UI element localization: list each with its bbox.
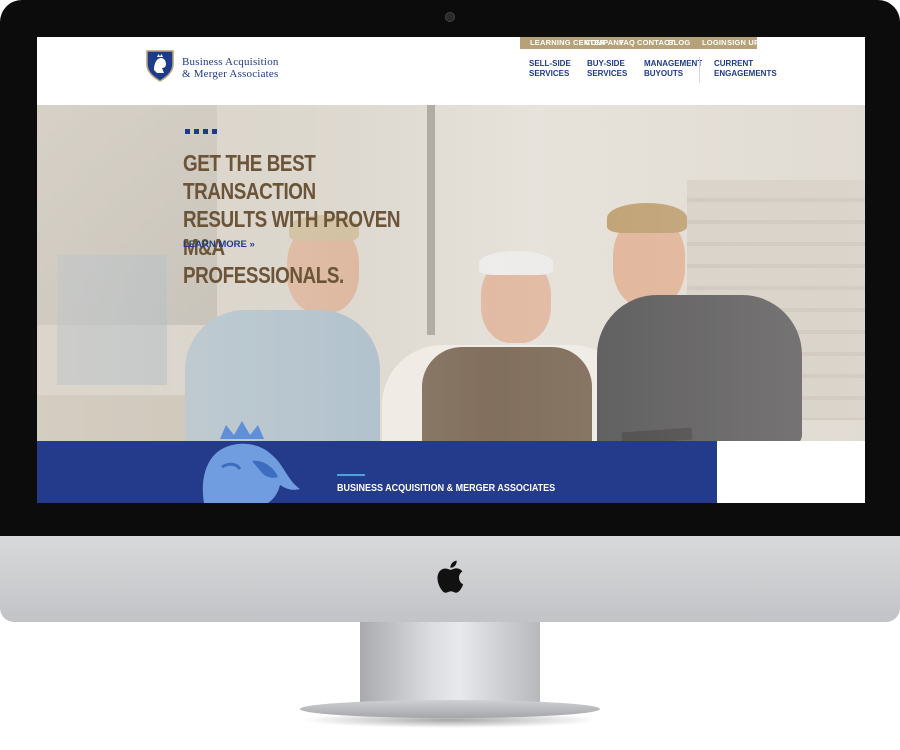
link-sign-up[interactable]: SIGN UP bbox=[727, 38, 759, 47]
nav-current-engagements[interactable]: CURRENT ENGAGEMENTS bbox=[714, 59, 777, 79]
learn-more-link[interactable]: LEARN MORE » bbox=[183, 239, 255, 250]
banner-accent-rule bbox=[337, 474, 365, 476]
nav-management-line2: BUYOUTS bbox=[644, 69, 684, 78]
link-faq[interactable]: FAQ bbox=[619, 38, 635, 47]
lion-crest-icon bbox=[202, 421, 300, 503]
link-login[interactable]: LOGIN bbox=[702, 38, 727, 47]
hero-headline: GET THE BEST TRANSACTION RESULTS WITH PR… bbox=[183, 149, 429, 289]
monitor-stand-neck bbox=[360, 622, 540, 708]
nav-buy-side-line2: SERVICES bbox=[587, 69, 628, 78]
headline-line-2: RESULTS WITH PROVEN M&A bbox=[183, 206, 401, 260]
headline-line-3: PROFESSIONALS. bbox=[183, 262, 344, 288]
website-screen: Business Acquisition & Merger Associates… bbox=[37, 37, 865, 503]
hero-image bbox=[37, 105, 865, 441]
camera-icon bbox=[445, 12, 455, 22]
utility-bar: LEARNING CENTER COMPANY FAQ CONTACT BLOG… bbox=[520, 37, 759, 49]
nav-management-line1: MANAGEMENT bbox=[644, 59, 703, 68]
nav-sell-side-line1: SELL-SIDE bbox=[529, 59, 571, 68]
nav-buy-side-line1: BUY-SIDE bbox=[587, 59, 625, 68]
brand-name-line1[interactable]: Business Acquisition bbox=[182, 56, 279, 68]
headline-line-1: GET THE BEST TRANSACTION bbox=[183, 150, 316, 204]
nav-sell-side-line2: SERVICES bbox=[529, 69, 570, 78]
nav-sell-side[interactable]: SELL-SIDE SERVICES bbox=[529, 59, 571, 79]
nav-current-line1: CURRENT bbox=[714, 59, 754, 68]
nav-divider bbox=[699, 57, 700, 83]
shield-logo-icon[interactable] bbox=[145, 48, 175, 82]
link-blog[interactable]: BLOG bbox=[668, 38, 690, 47]
hero-overlay bbox=[37, 105, 865, 441]
nav-current-line2: ENGAGEMENTS bbox=[714, 69, 777, 78]
brand-name-line2[interactable]: & Merger Associates bbox=[182, 68, 278, 80]
banner-title: BUSINESS ACQUISITION & MERGER ASSOCIATES bbox=[337, 483, 556, 494]
nav-buy-side[interactable]: BUY-SIDE SERVICES bbox=[587, 59, 627, 79]
apple-logo-icon bbox=[437, 560, 464, 593]
nav-management-buyouts[interactable]: MANAGEMENT BUYOUTS bbox=[644, 59, 702, 79]
monitor-stand-foot bbox=[300, 700, 600, 718]
